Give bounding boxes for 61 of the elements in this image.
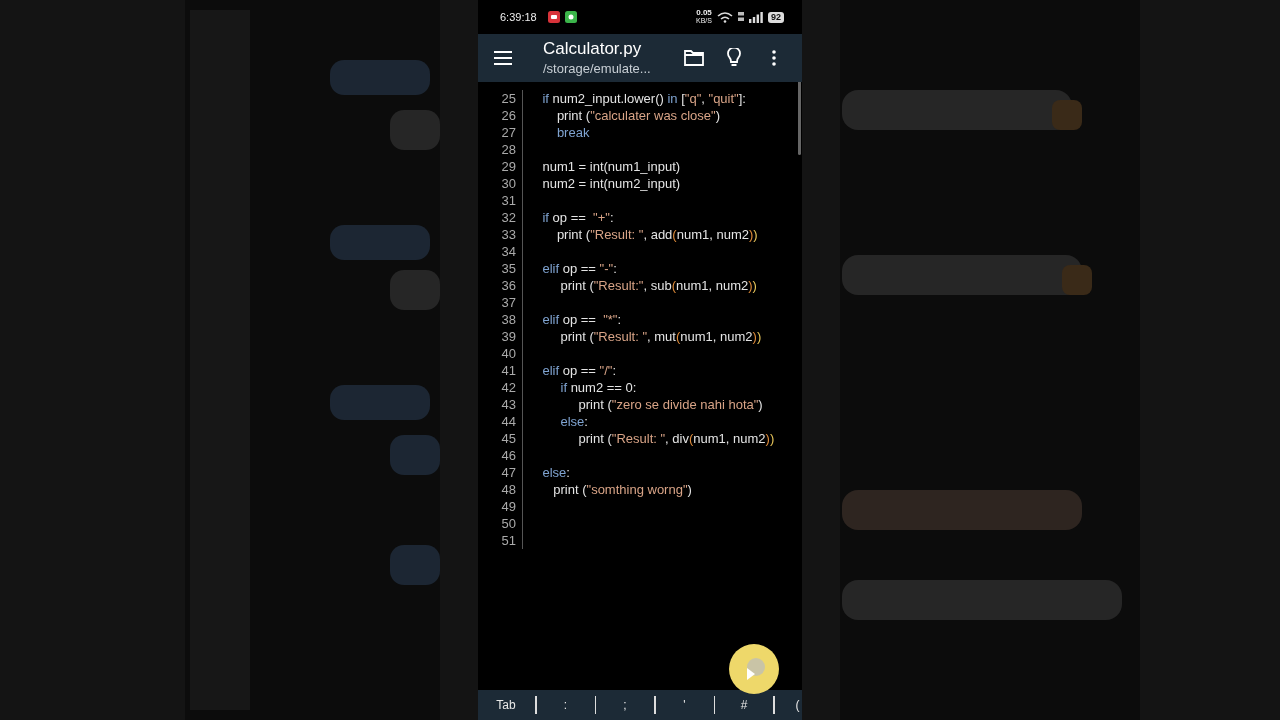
line-number: 45 xyxy=(478,430,523,447)
chat-bubble-icon[interactable] xyxy=(729,644,779,694)
status-time: 6:39:18 xyxy=(500,11,537,23)
code-line: if num2_input.lower() in ["q", "quit"]: xyxy=(541,90,746,107)
line-number: 43 xyxy=(478,396,523,413)
battery-level: 92 xyxy=(768,11,784,23)
line-number: 36 xyxy=(478,277,523,294)
line-number: 25 xyxy=(478,90,523,107)
code-line: else: xyxy=(541,464,570,481)
line-number: 40 xyxy=(478,345,523,362)
scrollbar[interactable] xyxy=(798,82,801,155)
line-number: 41 xyxy=(478,362,523,379)
code-line: else: xyxy=(559,413,588,430)
line-number: 31 xyxy=(478,192,523,209)
code-line: elif op == "-": xyxy=(541,260,617,277)
code-line: print ("Result: ", mut(num1, num2)) xyxy=(559,328,762,345)
code-line: print ("somthing worng") xyxy=(552,481,692,498)
code-line: elif op == "*": xyxy=(541,311,622,328)
keyboard-key[interactable]: # xyxy=(722,696,766,714)
line-number: 46 xyxy=(478,447,523,464)
code-line: elif op == "/": xyxy=(541,362,617,379)
video-app-icon xyxy=(547,11,560,23)
code-line: num1 = int(num1_input) xyxy=(541,158,681,175)
line-number: 37 xyxy=(478,294,523,311)
line-number: 27 xyxy=(478,124,523,141)
code-line: print ("zero se divide nahi hota") xyxy=(577,396,763,413)
line-number: 44 xyxy=(478,413,523,430)
line-number: 51 xyxy=(478,532,523,549)
line-number: 35 xyxy=(478,260,523,277)
line-number: 39 xyxy=(478,328,523,345)
line-number: 29 xyxy=(478,158,523,175)
wifi-icon xyxy=(717,11,733,23)
line-number: 34 xyxy=(478,243,523,260)
line-number: 47 xyxy=(478,464,523,481)
keyboard-key[interactable]: ( xyxy=(795,696,800,714)
code-line: print ("calculater was close") xyxy=(555,107,721,124)
line-number: 38 xyxy=(478,311,523,328)
keyboard-key[interactable]: : xyxy=(543,696,588,714)
code-line: print ("Result: ", div(num1, num2)) xyxy=(577,430,775,447)
line-number: 48 xyxy=(478,481,523,498)
line-number: 42 xyxy=(478,379,523,396)
line-number: 50 xyxy=(478,515,523,532)
keyboard-key[interactable]: ' xyxy=(662,696,707,714)
code-line: if op == "+": xyxy=(541,209,614,226)
shield-app-icon xyxy=(564,11,577,23)
line-number: 32 xyxy=(478,209,523,226)
code-line: num2 = int(num2_input) xyxy=(541,175,681,192)
code-line: if num2 == 0: xyxy=(559,379,637,396)
code-line: break xyxy=(555,124,590,141)
keyboard-key[interactable]: ; xyxy=(603,696,647,714)
line-number: 30 xyxy=(478,175,523,192)
file-title: Calculator.py xyxy=(543,38,643,60)
signal-icon xyxy=(749,11,763,23)
line-number: 26 xyxy=(478,107,523,124)
line-number: 33 xyxy=(478,226,523,243)
line-number: 28 xyxy=(478,141,523,158)
code-line: print ("Result: ", add(num1, num2)) xyxy=(555,226,758,243)
line-number: 49 xyxy=(478,498,523,515)
file-path: /storage/emulate... xyxy=(543,60,652,78)
code-line: print ("Result:", sub(num1, num2)) xyxy=(559,277,757,294)
keyboard-key[interactable]: Tab xyxy=(484,696,528,714)
